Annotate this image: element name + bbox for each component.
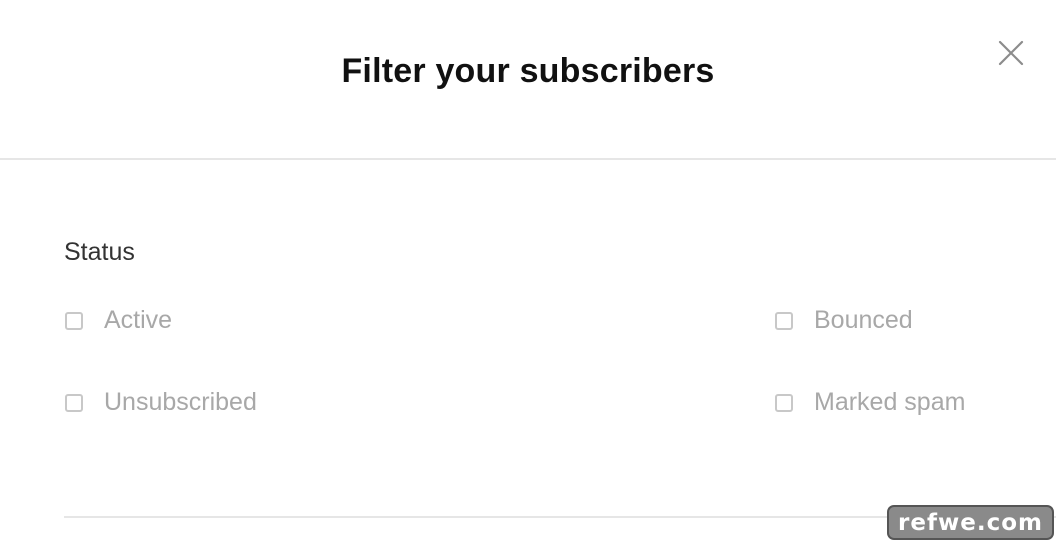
status-option-marked-spam[interactable]: Marked spam [775,388,965,417]
watermark-text: refwe.com [898,509,1043,536]
modal-header: Filter your subscribers [0,0,1056,160]
marked-spam-label: Marked spam [814,388,966,416]
status-option-unsubscribed[interactable]: Unsubscribed [65,388,257,417]
bounced-label: Bounced [814,306,913,334]
close-icon [998,40,1024,66]
active-label: Active [104,306,173,334]
close-button[interactable] [996,38,1026,68]
status-option-bounced[interactable]: Bounced [775,306,913,335]
unsubscribed-label: Unsubscribed [104,388,257,416]
modal-title: Filter your subscribers [341,52,715,90]
status-option-active[interactable]: Active [65,306,172,335]
active-checkbox[interactable] [65,311,83,330]
bounced-checkbox[interactable] [775,311,793,330]
marked-spam-checkbox[interactable] [775,393,793,412]
unsubscribed-checkbox[interactable] [65,393,83,412]
filter-subscribers-modal: Filter your subscribers Status Active Bo… [0,0,1056,544]
status-section-title: Status [64,238,135,266]
watermark-badge: refwe.com [887,505,1054,540]
